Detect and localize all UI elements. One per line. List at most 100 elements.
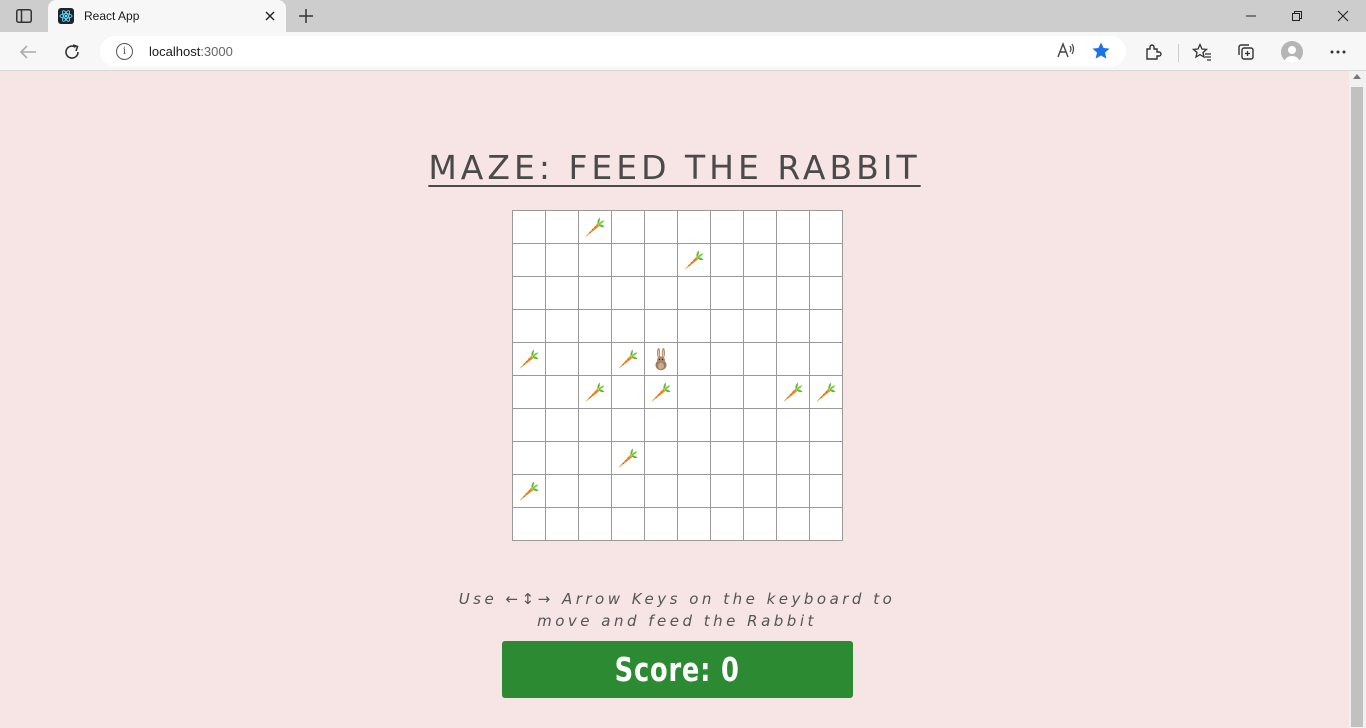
- maze-cell: [612, 277, 645, 310]
- maze-cell: [579, 475, 612, 508]
- maze-cell: [546, 343, 579, 376]
- back-arrow-icon[interactable]: [15, 39, 41, 65]
- collections-icon[interactable]: [1233, 39, 1259, 65]
- maze-cell: [810, 409, 843, 442]
- maze-cell: [546, 277, 579, 310]
- carrot-icon: [616, 347, 640, 371]
- restore-icon[interactable]: [1274, 0, 1320, 32]
- toolbar-divider: [1178, 44, 1179, 62]
- tab-title: React App: [84, 9, 140, 23]
- maze-cell: [711, 310, 744, 343]
- maze-cell: [513, 442, 546, 475]
- maze-cell: [777, 310, 810, 343]
- maze-cell: [513, 343, 546, 376]
- maze-cell: [612, 376, 645, 409]
- maze-cell: [678, 475, 711, 508]
- maze-cell: [678, 277, 711, 310]
- scroll-up-arrow-icon[interactable]: [1353, 74, 1361, 79]
- maze-cell: [612, 343, 645, 376]
- url-port: :3000: [200, 44, 233, 59]
- maze-cell: [777, 442, 810, 475]
- maze-cell: [777, 409, 810, 442]
- maze-cell: [678, 244, 711, 277]
- new-tab-icon[interactable]: [294, 4, 318, 28]
- maze-cell: [645, 442, 678, 475]
- favorite-star-icon[interactable]: [1091, 41, 1111, 66]
- maze-cell: [810, 211, 843, 244]
- carrot-icon: [517, 479, 541, 503]
- maze-cell: [678, 409, 711, 442]
- address-bar[interactable]: i localhost:3000: [100, 36, 1126, 67]
- maze-cell: [711, 277, 744, 310]
- tab-close-icon[interactable]: [260, 6, 280, 26]
- score-panel: Score: 0: [502, 641, 853, 698]
- minimize-icon[interactable]: [1228, 0, 1274, 32]
- maze-cell: [744, 475, 777, 508]
- maze-cell: [579, 343, 612, 376]
- maze-cell: [678, 508, 711, 541]
- browser-tab[interactable]: React App: [48, 0, 286, 32]
- maze-cell: [513, 310, 546, 343]
- read-aloud-icon[interactable]: [1056, 42, 1076, 65]
- maze-grid[interactable]: [512, 210, 843, 541]
- maze-cell: [777, 376, 810, 409]
- more-options-icon[interactable]: [1325, 39, 1351, 65]
- extensions-icon[interactable]: [1140, 39, 1166, 65]
- maze-cell: [612, 442, 645, 475]
- maze-cell: [744, 277, 777, 310]
- maze-cell: [810, 343, 843, 376]
- maze-cell: [711, 376, 744, 409]
- favorites-icon[interactable]: [1189, 39, 1215, 65]
- maze-cell: [546, 244, 579, 277]
- maze-cell: [546, 508, 579, 541]
- page-title: MAZE: FEED THE RABBIT: [428, 148, 921, 187]
- maze-cell: [810, 442, 843, 475]
- maze-cell: [810, 277, 843, 310]
- maze-cell: [546, 442, 579, 475]
- carrot-icon: [682, 248, 706, 272]
- tab-actions-icon[interactable]: [12, 6, 36, 26]
- maze-cell: [678, 343, 711, 376]
- maze-cell: [744, 376, 777, 409]
- carrot-icon: [814, 380, 838, 404]
- rabbit-icon: [652, 347, 670, 371]
- maze-cell: [579, 310, 612, 343]
- maze-cell: [645, 376, 678, 409]
- maze-cell: [711, 442, 744, 475]
- maze-cell: [546, 376, 579, 409]
- react-logo-icon: [58, 8, 74, 24]
- carrot-icon: [616, 446, 640, 470]
- profile-avatar[interactable]: [1281, 41, 1303, 63]
- carrot-icon: [583, 380, 607, 404]
- maze-cell: [579, 211, 612, 244]
- url-text: localhost:3000: [149, 44, 233, 59]
- maze-cell: [546, 310, 579, 343]
- maze-cell: [777, 211, 810, 244]
- close-window-icon[interactable]: [1320, 0, 1366, 32]
- refresh-icon[interactable]: [59, 39, 85, 65]
- maze-cell: [579, 277, 612, 310]
- maze-cell: [744, 442, 777, 475]
- maze-cell: [678, 442, 711, 475]
- maze-cell: [645, 508, 678, 541]
- maze-cell: [612, 310, 645, 343]
- browser-tab-bar: React App: [0, 0, 1366, 32]
- maze-cell: [513, 475, 546, 508]
- maze-cell: [612, 475, 645, 508]
- maze-cell: [513, 376, 546, 409]
- maze-cell: [612, 409, 645, 442]
- maze-cell: [579, 409, 612, 442]
- maze-cell: [546, 409, 579, 442]
- maze-cell: [744, 310, 777, 343]
- url-host: localhost: [149, 44, 201, 59]
- maze-cell: [678, 211, 711, 244]
- maze-cell: [744, 508, 777, 541]
- site-info-icon[interactable]: i: [116, 43, 133, 60]
- maze-cell: [645, 343, 678, 376]
- maze-cell: [810, 244, 843, 277]
- maze-cell: [810, 376, 843, 409]
- maze-cell: [645, 244, 678, 277]
- maze-cell: [777, 244, 810, 277]
- carrot-icon: [781, 380, 805, 404]
- maze-cell: [645, 475, 678, 508]
